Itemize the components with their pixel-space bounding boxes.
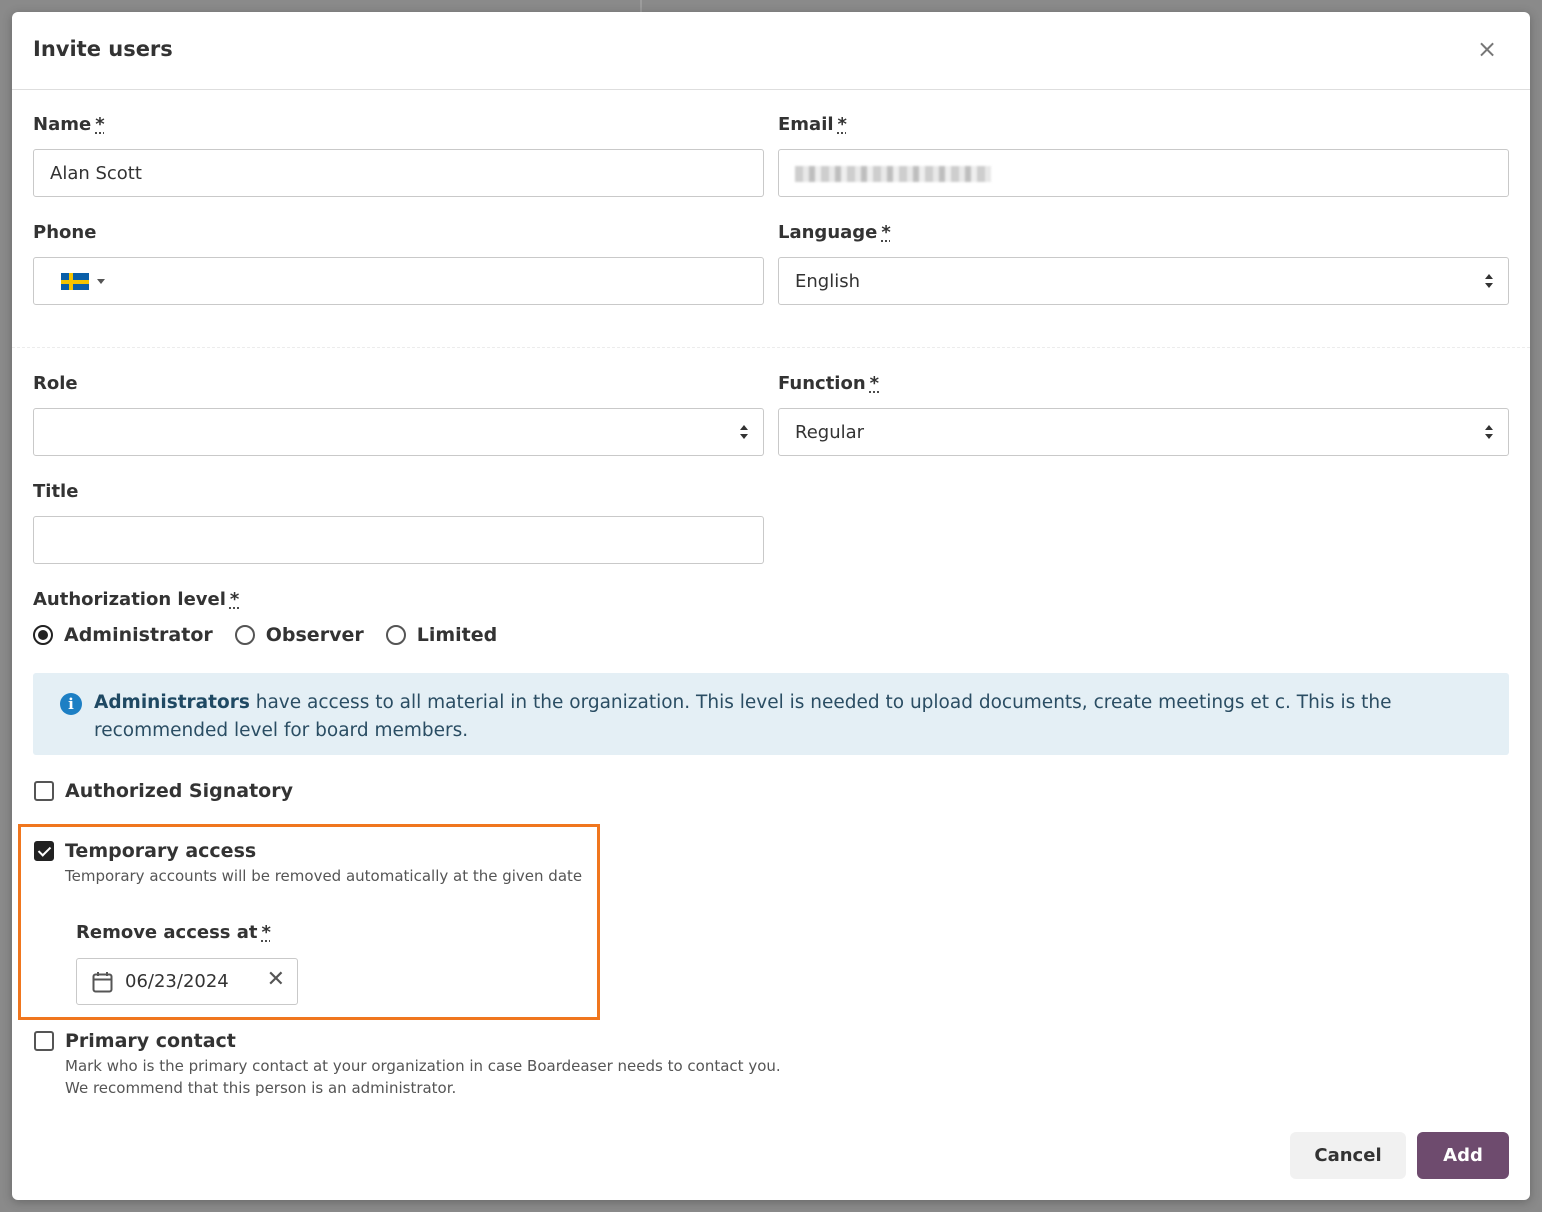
radio-observer[interactable]: Observer: [234, 624, 364, 646]
radio-limited[interactable]: Limited: [385, 624, 497, 646]
email-label: Email *: [778, 114, 847, 135]
invite-users-dialog: Invite users × Name* Email* Phone Langua…: [12, 12, 1530, 1200]
title-field[interactable]: [33, 516, 764, 564]
name-input[interactable]: [34, 150, 763, 196]
select-arrows-icon: [740, 425, 748, 439]
role-select[interactable]: [33, 408, 764, 456]
radio-button[interactable]: [234, 625, 255, 645]
radio-button-checked[interactable]: [33, 625, 53, 645]
authorization-radio-group: Administrator Observer Limited: [33, 624, 519, 646]
name-label: Name *: [33, 114, 105, 135]
sweden-flag-icon[interactable]: [61, 273, 89, 290]
select-arrows-icon: [1485, 425, 1493, 439]
primary-contact-help-1: Mark who is the primary contact at your …: [65, 1057, 781, 1075]
authorized-signatory-checkbox[interactable]: [34, 781, 54, 801]
phone-label: Phone: [33, 222, 97, 243]
dialog-title: Invite users: [33, 37, 173, 61]
language-select[interactable]: English: [778, 257, 1509, 305]
phone-field[interactable]: [33, 257, 764, 305]
primary-contact-checkbox[interactable]: [34, 1031, 54, 1051]
close-button[interactable]: ×: [1474, 34, 1500, 64]
title-input[interactable]: [34, 517, 763, 563]
redacted-email: [795, 166, 991, 182]
primary-contact-help-2: We recommend that this person is an admi…: [65, 1079, 457, 1097]
section-divider: [12, 347, 1530, 348]
authorization-info-box: i Administrators have access to all mate…: [33, 673, 1509, 755]
dialog-header: Invite users ×: [12, 12, 1530, 90]
authorized-signatory-label: Authorized Signatory: [65, 780, 293, 802]
primary-contact-label: Primary contact: [65, 1030, 236, 1052]
temporary-access-checkbox[interactable]: [34, 841, 54, 861]
date-value: 06/23/2024: [125, 971, 229, 992]
calendar-icon: [92, 972, 113, 993]
cancel-button[interactable]: Cancel: [1290, 1132, 1406, 1179]
role-label: Role: [33, 373, 78, 394]
clear-date-icon[interactable]: ✕: [267, 967, 285, 992]
name-field[interactable]: [33, 149, 764, 197]
title-label: Title: [33, 481, 79, 502]
info-text: Administrators have access to all materi…: [94, 692, 1392, 741]
temporary-access-help: Temporary accounts will be removed autom…: [65, 867, 583, 885]
email-field[interactable]: [778, 149, 1509, 197]
select-arrows-icon: [1485, 274, 1493, 288]
function-value: Regular: [795, 422, 865, 443]
remove-access-date-field[interactable]: 06/23/2024 ✕: [76, 958, 298, 1005]
function-label: Function *: [778, 373, 880, 394]
info-icon: i: [60, 693, 82, 715]
backdrop: [640, 0, 642, 12]
add-button[interactable]: Add: [1417, 1132, 1509, 1179]
authorization-label: Authorization level *: [33, 589, 240, 610]
remove-access-label: Remove access at *: [76, 922, 271, 943]
language-value: English: [795, 271, 860, 292]
radio-button[interactable]: [385, 625, 406, 645]
temporary-access-label: Temporary access: [65, 840, 257, 862]
function-select[interactable]: Regular: [778, 408, 1509, 456]
chevron-down-icon[interactable]: [97, 279, 105, 284]
language-label: Language *: [778, 222, 891, 243]
radio-administrator[interactable]: Administrator: [33, 624, 213, 646]
